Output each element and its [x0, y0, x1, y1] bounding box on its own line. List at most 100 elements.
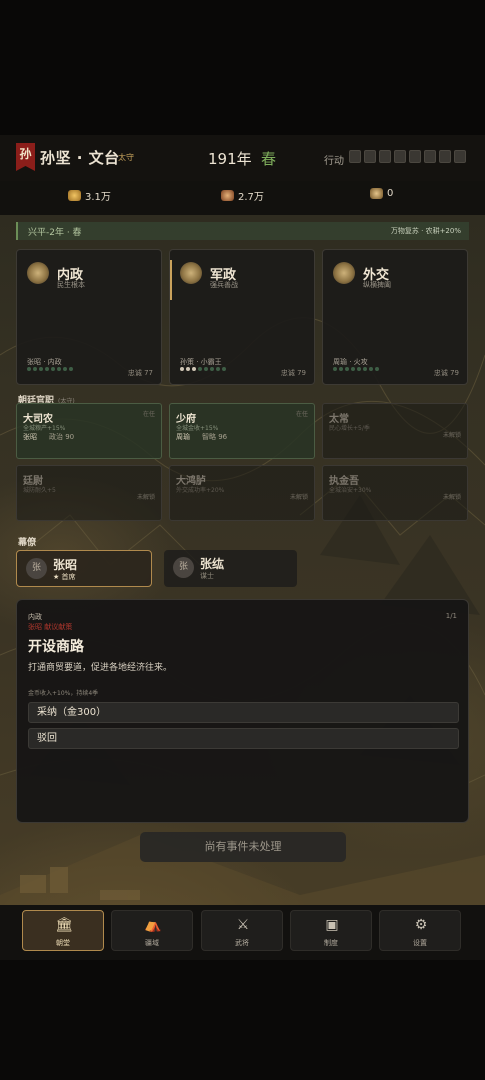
event-description: 打通商贸要道，促进各地经济往来。: [28, 663, 173, 673]
territory-icon: ⛺: [144, 917, 162, 933]
office-slot[interactable]: 大司农 全城粮产+15% 张昭 政治 90 在任: [16, 403, 162, 459]
progress-dot: [192, 367, 196, 371]
progress-dot: [186, 367, 190, 371]
progress-dot: [33, 367, 37, 371]
progress-dot: [204, 367, 208, 371]
office-status: 未解锁: [442, 432, 461, 439]
ruler-name: 孙坚 · 文台: [40, 149, 120, 167]
tab-label: 疆域: [145, 939, 159, 947]
dept-card-diplomacy[interactable]: 外交 纵横捭阖 周瑜 · 火攻 忠诚 79: [322, 249, 468, 385]
action-slot: [379, 150, 391, 163]
internal-affairs-icon: [27, 262, 49, 284]
dept-progress: [180, 367, 226, 371]
ruler-rank: 太守: [118, 153, 134, 162]
settings-icon: ⚙: [414, 917, 428, 933]
action-slot: [349, 150, 361, 163]
office-status: 未解锁: [136, 494, 155, 501]
event-page-counter: 1/1: [445, 612, 457, 620]
office-holder: 周瑜: [176, 433, 190, 441]
pending-events-button[interactable]: 尚有事件未处理: [140, 832, 346, 862]
reject-button[interactable]: 驳回: [28, 728, 459, 749]
tab-generals[interactable]: ⚔ 武将: [201, 910, 283, 951]
generals-icon: ⚔: [236, 917, 250, 933]
event-panel: 内政 张昭 献议献策 1/1 开设商路 打通商贸要道，促进各地经济往来。 金币收…: [16, 599, 469, 823]
progress-dot: [39, 367, 43, 371]
advisor-card-selected[interactable]: 张 张昭 ★ 首席: [16, 550, 152, 587]
office-slot[interactable]: 执金吾 全城治安+30% 未解锁: [322, 465, 468, 521]
event-category: 内政: [28, 613, 42, 621]
tab-label: 制度: [324, 939, 338, 947]
progress-dot: [222, 367, 226, 371]
military-affairs-icon: [180, 262, 202, 284]
office-status: 未解锁: [442, 494, 461, 501]
dept-minister: 张昭 · 内政: [27, 358, 62, 366]
action-label: 行动: [324, 156, 344, 167]
accept-button[interactable]: 采纳（金300）: [28, 702, 459, 723]
progress-dot: [180, 367, 184, 371]
bottom-safe-area: [0, 960, 485, 1080]
dept-loyalty: 忠诚 79: [433, 369, 459, 377]
office-holder: 张昭: [23, 433, 37, 441]
tab-system[interactable]: ▣ 制度: [290, 910, 372, 951]
tab-court[interactable]: 🏛 朝堂: [22, 910, 104, 951]
game-screen: { "header": {"banner": "孙", "ruler": "孙坚…: [0, 0, 485, 1080]
action-slot: [394, 150, 406, 163]
dept-loyalty: 忠诚 79: [280, 369, 306, 377]
progress-dot: [216, 367, 220, 371]
dept-loyalty: 忠诚 77: [127, 369, 153, 377]
gold-icon: [68, 190, 81, 201]
progress-dot: [351, 367, 355, 371]
dept-minister: 周瑜 · 火攻: [333, 358, 368, 366]
office-slot[interactable]: 廷尉 城防耐久+5 未解锁: [16, 465, 162, 521]
horse-icon: [370, 188, 383, 199]
era-bonus: 万物复苏 · 农耕+20%: [390, 227, 461, 235]
advisor-card[interactable]: 张 张纮 谋士: [164, 550, 297, 587]
tab-territory[interactable]: ⛺ 疆域: [111, 910, 193, 951]
office-effect: 全城金收+15%: [176, 425, 219, 432]
office-effect: 城防耐久+5: [23, 487, 56, 494]
dept-progress: [27, 367, 73, 371]
action-slot: [439, 150, 451, 163]
progress-dot: [339, 367, 343, 371]
progress-dot: [45, 367, 49, 371]
office-status: 在任: [142, 411, 155, 418]
event-source: 张昭 献议献策: [28, 623, 73, 631]
era-banner: 兴平-2年 · 春 万物复苏 · 农耕+20%: [16, 222, 469, 240]
office-effect: 外交成功率+20%: [176, 487, 225, 494]
progress-dot: [63, 367, 67, 371]
advisor-role: 谋士: [200, 572, 214, 580]
progress-dot: [57, 367, 61, 371]
office-stat: 政治 90: [49, 433, 75, 441]
office-effect: 全城治安+30%: [329, 487, 372, 494]
action-slots: [349, 150, 466, 163]
advisor-role: ★ 首席: [53, 573, 76, 581]
office-effect: 全城粮产+15%: [23, 425, 66, 432]
progress-dot: [363, 367, 367, 371]
progress-dot: [51, 367, 55, 371]
system-icon: ▣: [325, 917, 339, 933]
dept-accent: [170, 260, 172, 300]
dept-progress: [333, 367, 379, 371]
advisor-name: 张纮: [200, 557, 225, 571]
office-slot[interactable]: 少府 全城金收+15% 周瑜 智略 96 在任: [169, 403, 315, 459]
progress-dot: [357, 367, 361, 371]
dept-card-internal[interactable]: 内政 民生根本 张昭 · 内政 忠诚 77: [16, 249, 162, 385]
progress-dot: [345, 367, 349, 371]
dept-sub: 强兵善战: [210, 281, 238, 289]
dept-sub: 民生根本: [57, 281, 85, 289]
office-stat: 智略 96: [202, 433, 228, 441]
resource-grain: 2.7万: [221, 188, 264, 203]
office-slot[interactable]: 太常 民心增长+5/季 未解锁: [322, 403, 468, 459]
progress-dot: [27, 367, 31, 371]
dept-card-military[interactable]: 军政 强兵善战 孙策 · 小霸王 忠诚 79: [169, 249, 315, 385]
office-slot[interactable]: 大鸿胪 外交成功率+20% 未解锁: [169, 465, 315, 521]
avatar: 张: [173, 557, 194, 578]
action-slot: [454, 150, 466, 163]
granary-icon: [221, 190, 234, 201]
tab-settings[interactable]: ⚙ 设置: [379, 910, 461, 951]
resource-gold: 3.1万: [68, 188, 111, 203]
progress-dot: [333, 367, 337, 371]
dept-sub: 纵横捭阖: [363, 281, 391, 289]
office-status: 未解锁: [289, 494, 308, 501]
season-label: 春: [261, 150, 277, 168]
